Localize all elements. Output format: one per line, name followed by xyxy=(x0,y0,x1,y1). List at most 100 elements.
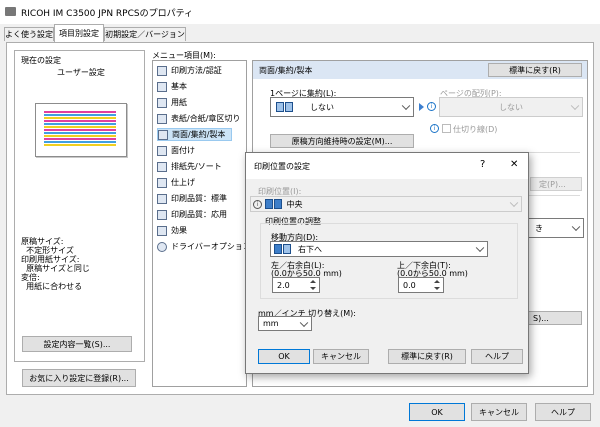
spin-up-icon xyxy=(434,280,440,283)
tab-item-settings[interactable]: 項目別設定 xyxy=(54,24,104,42)
window-title: RICOH IM C3500 JPN RPCSのプロパティ xyxy=(21,9,194,19)
arrow-right-icon xyxy=(419,103,424,111)
favorites-button[interactable]: お気に入り設定に登録(R)... xyxy=(22,369,136,387)
direction-icon xyxy=(274,244,292,254)
help-icon[interactable]: ? xyxy=(480,159,485,170)
dialog-title: 印刷位置の設定 xyxy=(254,162,310,171)
direction-select[interactable]: 右下へ xyxy=(270,241,488,257)
summary-line: 印刷用紙サイズ: xyxy=(21,255,80,264)
gear-icon xyxy=(157,241,167,252)
duplex-icon xyxy=(158,129,168,140)
paper-preview xyxy=(35,103,127,157)
spin-down-icon xyxy=(310,287,316,290)
user-settings-label: ユーザー設定 xyxy=(57,68,105,77)
imposition-icon xyxy=(157,145,167,156)
chevron-down-icon xyxy=(570,101,580,111)
quality-icon xyxy=(157,193,167,204)
partial-button[interactable]: S)... xyxy=(528,311,582,325)
summary-line: 変倍: xyxy=(21,273,40,282)
effects-icon xyxy=(157,225,167,236)
pages-per-sheet-select[interactable]: しない xyxy=(270,97,414,117)
chevron-down-icon xyxy=(475,243,485,253)
menu-item-label: 表紙/合紙/章区切り xyxy=(171,114,241,123)
unit-value: mm xyxy=(263,319,279,328)
current-settings-label: 現在の設定 xyxy=(21,56,61,65)
menu-item-label: 印刷品質：標準 xyxy=(171,194,227,203)
summary-line: 用紙に合わせる xyxy=(21,282,83,291)
menu-item-print-method[interactable]: 印刷方法/認証 xyxy=(157,64,222,77)
menu-item-label: 基本 xyxy=(171,82,187,91)
quality-advanced-icon xyxy=(157,209,167,220)
menu-item-paper[interactable]: 用紙 xyxy=(157,96,187,109)
print-position-icon: i xyxy=(253,198,283,210)
finishing-icon xyxy=(157,177,167,188)
dialog-help-button[interactable]: ヘルプ xyxy=(471,349,523,364)
title-bar: RICOH IM C3500 JPN RPCSのプロパティ xyxy=(0,0,600,24)
tab-frequent[interactable]: よく使う設定 xyxy=(4,27,54,41)
menu-item-quality-standard[interactable]: 印刷品質：標準 xyxy=(157,192,227,205)
dialog-reset-button[interactable]: 標準に戻す(R) xyxy=(388,349,466,364)
position-settings-button[interactable]: 原稿方向維持時の設定(M)... xyxy=(270,134,414,148)
dialog-ok-button[interactable]: OK xyxy=(258,349,310,364)
section-title: 両面/集約/製本 xyxy=(259,66,313,75)
partial-select[interactable]: き xyxy=(528,218,584,238)
tab-strip: よく使う設定 項目別設定 初期設定／バージョン xyxy=(0,24,600,42)
menu-item-output[interactable]: 排紙先/ソート xyxy=(157,160,222,173)
chevron-down-icon xyxy=(401,101,411,111)
menu-item-label: ドライバーオプション xyxy=(171,242,251,251)
menu-item-effects[interactable]: 効果 xyxy=(157,224,187,237)
list-settings-button[interactable]: 設定内容一覧(S)... xyxy=(22,336,132,352)
dialog-cancel-button[interactable]: キャンセル xyxy=(313,349,369,364)
chevron-down-icon xyxy=(509,198,519,208)
partial-select-value: き xyxy=(535,223,543,233)
menu-item-driver-options[interactable]: ドライバーオプション xyxy=(157,240,251,253)
cancel-button[interactable]: キャンセル xyxy=(471,403,527,421)
print-position-value: 中央 xyxy=(286,199,303,209)
unit-select[interactable]: mm xyxy=(258,316,312,331)
menu-item-duplex[interactable]: 両面/集約/製本 xyxy=(157,128,233,141)
cover-icon xyxy=(157,113,167,124)
partial-button[interactable]: 定(P)... xyxy=(530,177,582,191)
settings-summary: 原稿サイズ: 不定形サイズ 印刷用紙サイズ: 原稿サイズと同じ 変倍: 用紙に合… xyxy=(21,236,139,291)
menu-item-label: 用紙 xyxy=(171,98,187,107)
menu-item-label: 両面/集約/製本 xyxy=(172,130,226,139)
menu-item-label: 面付け xyxy=(171,146,195,155)
current-settings-pane xyxy=(14,50,145,362)
spin-up-icon xyxy=(310,280,316,283)
ok-button[interactable]: OK xyxy=(409,403,465,421)
menu-item-label: 印刷品質：応用 xyxy=(171,210,227,219)
menu-item-finishing[interactable]: 仕上げ xyxy=(157,176,195,189)
menu-item-label: 印刷方法/認証 xyxy=(171,66,222,75)
dialog-title-bar: 印刷位置の設定 ? ✕ xyxy=(246,153,528,179)
menu-list: 印刷方法/認証 基本 用紙 表紙/合紙/章区切り 両面/集約/製本 面付け 排紙… xyxy=(152,60,251,387)
lr-margin-input[interactable]: 2.0 xyxy=(272,277,320,293)
menu-item-quality-advanced[interactable]: 印刷品質：応用 xyxy=(157,208,227,221)
output-tray-icon xyxy=(157,161,167,172)
basic-icon xyxy=(157,81,167,92)
summary-line: 原稿サイズと同じ xyxy=(21,264,90,273)
border-checkbox[interactable] xyxy=(442,124,451,133)
close-icon[interactable]: ✕ xyxy=(510,159,518,170)
summary-line: 原稿サイズ: xyxy=(21,237,64,246)
print-position-select[interactable]: i 中央 xyxy=(250,196,522,212)
direction-value: 右下へ xyxy=(298,244,322,254)
print-method-icon xyxy=(157,65,167,76)
print-position-dialog: 印刷位置の設定 ? ✕ 印刷位置(I): i 中央 印刷位置の調整 移動方向(D… xyxy=(245,152,529,374)
tab-frequent-label: よく使う設定 xyxy=(5,30,53,39)
help-button[interactable]: ヘルプ xyxy=(535,403,591,421)
tab-item-settings-label: 項目別設定 xyxy=(59,29,99,38)
menu-item-basic[interactable]: 基本 xyxy=(157,80,187,93)
preview-color-bars xyxy=(44,111,116,146)
tb-margin-input[interactable]: 0.0 xyxy=(398,277,444,293)
info-icon: i xyxy=(430,124,439,133)
page-order-select[interactable]: しない xyxy=(439,97,583,117)
spin-down-icon xyxy=(434,287,440,290)
menu-item-imposition[interactable]: 面付け xyxy=(157,144,195,157)
lr-margin-value: 2.0 xyxy=(277,280,290,290)
menu-item-cover[interactable]: 表紙/合紙/章区切り xyxy=(157,112,240,125)
summary-line: 不定形サイズ xyxy=(21,246,74,255)
tab-initial-settings[interactable]: 初期設定／バージョン xyxy=(104,27,186,41)
page-order-value: しない xyxy=(499,102,523,112)
reset-default-button[interactable]: 標準に戻す(R) xyxy=(488,63,582,77)
pages-per-sheet-value: しない xyxy=(310,102,334,112)
